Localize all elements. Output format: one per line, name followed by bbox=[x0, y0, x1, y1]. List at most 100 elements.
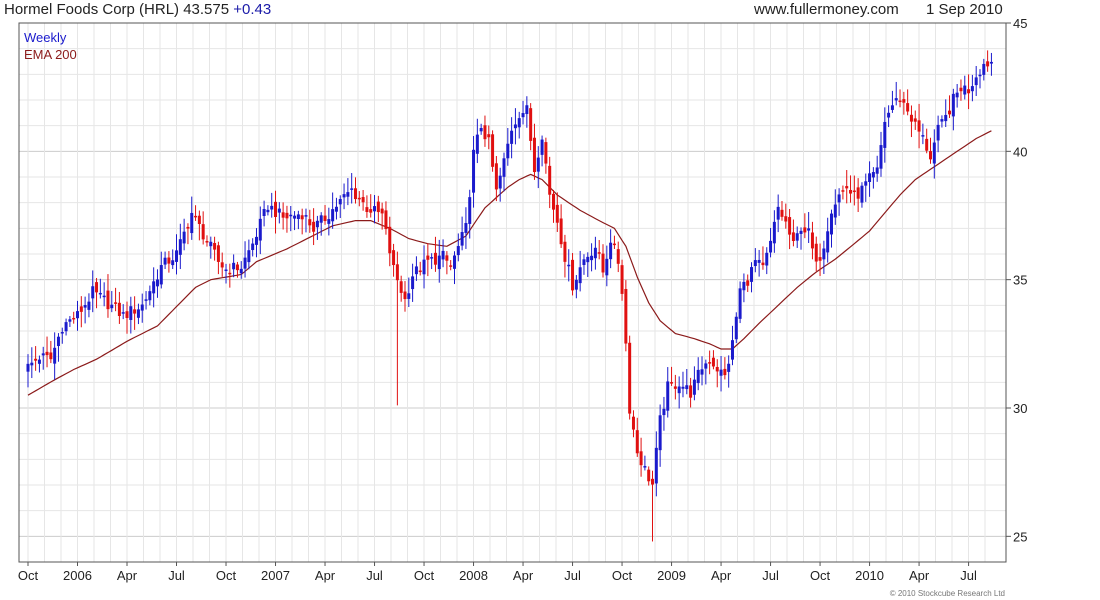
candle-body bbox=[898, 100, 902, 103]
candle-body bbox=[87, 301, 91, 310]
candle-body bbox=[133, 309, 137, 314]
candle-body bbox=[936, 124, 940, 141]
candle-body bbox=[704, 363, 708, 369]
candle-body bbox=[83, 305, 87, 308]
candle-body bbox=[129, 306, 133, 320]
candle-body bbox=[883, 121, 887, 148]
candle-body bbox=[456, 246, 460, 256]
candle-body bbox=[708, 362, 712, 364]
candle-body bbox=[517, 118, 521, 128]
candle-body bbox=[323, 215, 327, 222]
candle-body bbox=[494, 163, 498, 190]
candle-body bbox=[845, 186, 849, 189]
candle-body bbox=[277, 208, 281, 213]
candle-body bbox=[433, 252, 437, 265]
candle-body bbox=[312, 221, 316, 232]
candle-body bbox=[315, 220, 319, 228]
candle-body bbox=[239, 268, 243, 274]
candle-body bbox=[293, 215, 297, 219]
candle-body bbox=[578, 267, 582, 284]
candle-body bbox=[49, 352, 53, 360]
candle-body bbox=[967, 89, 971, 94]
candle-body bbox=[194, 215, 198, 218]
candle-body bbox=[738, 288, 742, 319]
candle-body bbox=[643, 466, 647, 468]
copyright: © 2010 Stockcube Research Ltd bbox=[890, 589, 1005, 598]
candle-body bbox=[365, 207, 369, 212]
candle-body bbox=[818, 257, 822, 261]
candle-body bbox=[213, 242, 217, 250]
candle-body bbox=[529, 108, 533, 141]
candle-body bbox=[799, 230, 803, 234]
candle-body bbox=[986, 61, 990, 67]
candle-body bbox=[205, 241, 209, 243]
candle-body bbox=[369, 209, 373, 213]
candle-body bbox=[106, 290, 110, 310]
candle-body bbox=[491, 134, 495, 167]
x-tick-label: Oct bbox=[612, 568, 633, 583]
candle-body bbox=[913, 118, 917, 122]
candle-body bbox=[350, 188, 354, 190]
candle-body bbox=[567, 264, 571, 267]
x-tick-label: Oct bbox=[216, 568, 237, 583]
candle-body bbox=[609, 242, 613, 260]
candle-body bbox=[262, 209, 266, 216]
candle-body bbox=[978, 74, 982, 77]
candle-body bbox=[258, 218, 262, 241]
candle-body bbox=[692, 379, 696, 395]
candle-body bbox=[411, 276, 415, 290]
x-tick-label: Apr bbox=[513, 568, 534, 583]
x-tick-label: 2007 bbox=[261, 568, 290, 583]
candle-body bbox=[144, 299, 148, 301]
candle-body bbox=[651, 478, 655, 485]
candle-body bbox=[68, 319, 72, 322]
candle-body bbox=[906, 103, 910, 112]
candle-body bbox=[60, 332, 64, 334]
candle-body bbox=[392, 250, 396, 266]
candle-body bbox=[772, 221, 776, 244]
candle-body bbox=[540, 139, 544, 155]
x-tick-label: Apr bbox=[711, 568, 732, 583]
candle-body bbox=[319, 215, 323, 223]
candle-body bbox=[357, 197, 361, 200]
candle-body bbox=[750, 267, 754, 282]
candle-body bbox=[220, 262, 224, 268]
candle-body bbox=[254, 236, 258, 245]
candle-body bbox=[932, 142, 936, 164]
x-tick-label: Oct bbox=[414, 568, 435, 583]
candle-body bbox=[95, 282, 99, 293]
candle-body bbox=[673, 386, 677, 389]
candle-body bbox=[376, 201, 380, 213]
candle-body bbox=[989, 61, 993, 64]
candle-body bbox=[506, 143, 510, 159]
candle-body bbox=[209, 241, 213, 247]
candle-body bbox=[232, 262, 236, 270]
candle-body bbox=[171, 260, 175, 266]
y-tick-label: 30 bbox=[1013, 401, 1027, 416]
candle-body bbox=[624, 288, 628, 344]
candle-body bbox=[167, 257, 171, 264]
candle-body bbox=[654, 447, 658, 484]
y-axis: 25 30 35 40 45 bbox=[1006, 16, 1027, 544]
x-tick-label: Jul bbox=[564, 568, 581, 583]
candle-body bbox=[34, 358, 38, 361]
candle-body bbox=[327, 219, 331, 224]
candle-body bbox=[521, 113, 525, 118]
candle-body bbox=[963, 85, 967, 95]
candle-body bbox=[761, 262, 765, 266]
candle-body bbox=[890, 105, 894, 110]
candle-body bbox=[136, 309, 140, 318]
candle-body bbox=[26, 363, 30, 372]
candle-body bbox=[285, 212, 289, 219]
candle-body bbox=[121, 312, 125, 314]
x-tick-label: Apr bbox=[117, 568, 138, 583]
candle-body bbox=[452, 255, 456, 269]
candle-body bbox=[612, 243, 616, 246]
candle-body bbox=[795, 233, 799, 241]
candle-body bbox=[784, 216, 788, 222]
candle-body bbox=[91, 286, 95, 299]
candle-body bbox=[879, 145, 883, 169]
candle-body bbox=[548, 165, 552, 195]
candle-body bbox=[974, 77, 978, 86]
candle-body bbox=[487, 134, 491, 138]
